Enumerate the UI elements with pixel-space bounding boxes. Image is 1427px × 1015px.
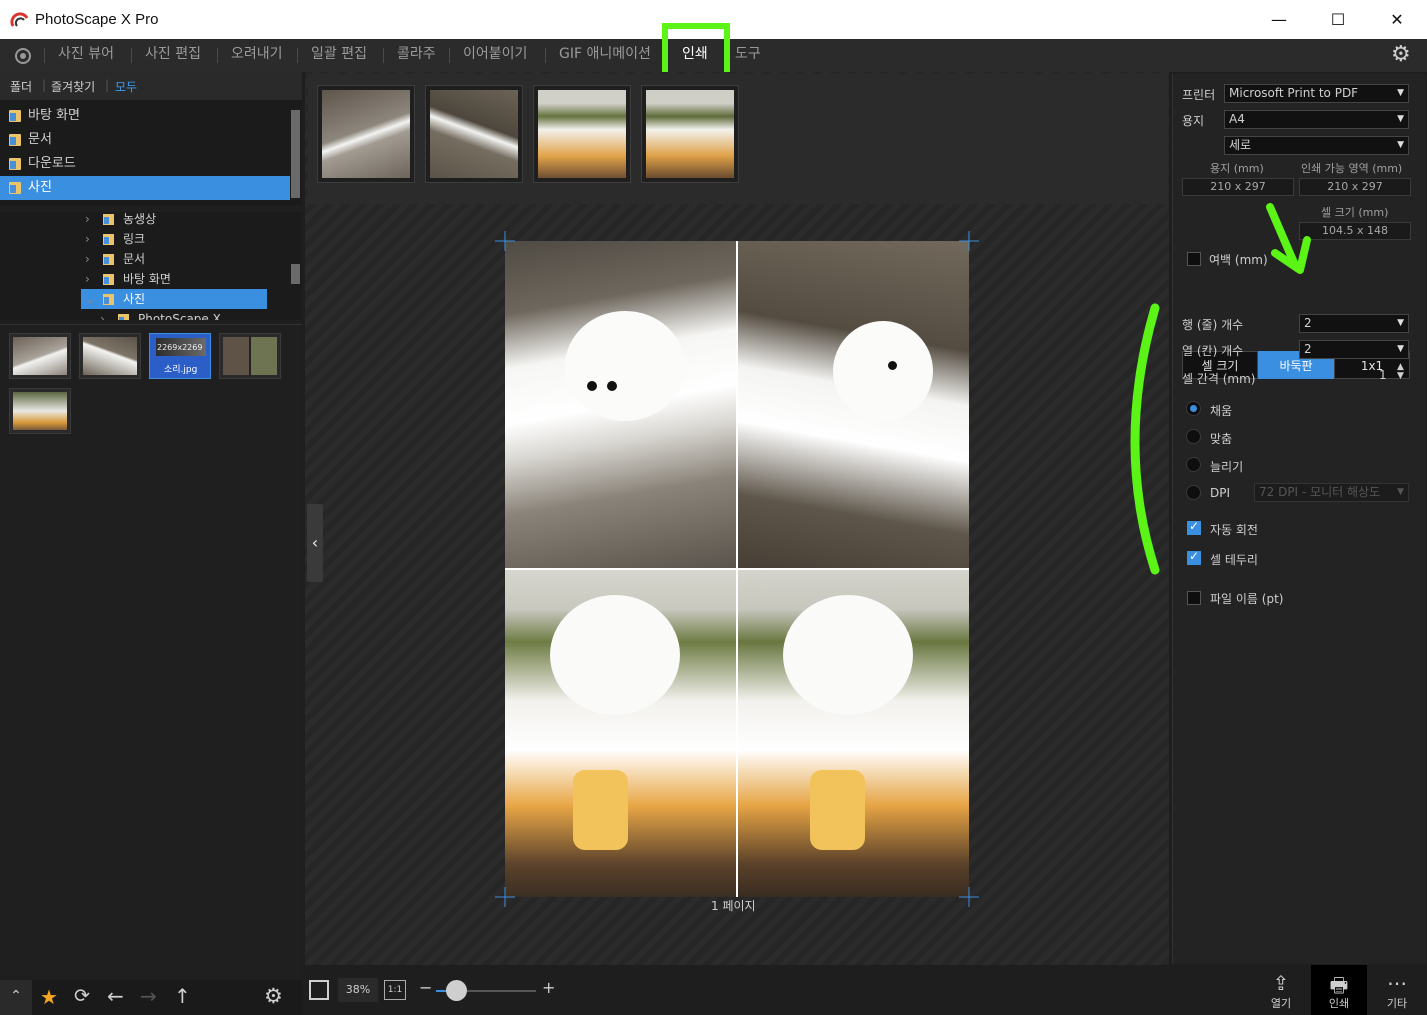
fav-item-desktop[interactable]: 바탕 화면 (0, 104, 290, 128)
zoom-in-icon[interactable]: + (542, 978, 555, 997)
thumbnail-selected[interactable]: 2269x2269 소리.jpg (149, 333, 211, 379)
thumbnail-4[interactable] (219, 333, 281, 379)
open-button[interactable]: ⇪ 열기 (1253, 965, 1309, 1015)
menu-gif[interactable]: GIF 애니메이션 (559, 39, 651, 72)
browser-settings-gear-icon[interactable]: ⚙ (264, 984, 283, 1008)
tab-favorites[interactable]: 즐겨찾기 (51, 78, 95, 95)
minimize-button[interactable]: — (1250, 0, 1308, 39)
thumbnail-filename: 소리.jpg (164, 365, 198, 375)
more-dots-icon: ⋯ (1387, 971, 1407, 995)
menu-combine[interactable]: 이어붙이기 (463, 39, 527, 72)
printer-label: 프린터 (1182, 88, 1216, 102)
page-crop-marks (495, 231, 979, 907)
paper-select[interactable]: A4 ▼ (1224, 110, 1409, 129)
zoom-slider-handle[interactable] (446, 980, 467, 1001)
zoom-value[interactable]: 38% (338, 978, 378, 1002)
paper-mm-label: 용지 (mm) (1210, 162, 1264, 175)
film-photo-3[interactable] (533, 85, 631, 183)
star-icon[interactable]: ★ (40, 985, 58, 1009)
favorites-list: 바탕 화면 문서 다운로드 사진 (0, 100, 302, 205)
forward-arrow-icon[interactable]: → (140, 984, 157, 1008)
thumbnail-2[interactable] (79, 333, 141, 379)
thumbnail-1[interactable] (9, 333, 71, 379)
filename-checkbox[interactable] (1187, 591, 1201, 605)
favorites-scrollbar[interactable] (291, 110, 300, 198)
filename-label: 파일 이름 (pt) (1210, 592, 1284, 606)
settings-gear-icon[interactable]: ⚙ (1391, 42, 1411, 67)
tab-all[interactable]: 모두 (115, 78, 137, 95)
orientation-select[interactable]: 세로 ▼ (1224, 136, 1409, 155)
up-arrow-icon[interactable]: ↑ (174, 984, 191, 1008)
printable-area-value: 210 x 297 (1299, 178, 1411, 196)
menu-collage[interactable]: 콜라주 (397, 39, 436, 72)
left-panel: 폴더 | 즐겨찾기 | 모두 바탕 화면 문서 다운로드 사진 › 농생상 › 링크… (0, 72, 302, 980)
printable-area-label: 인쇄 가능 영역 (mm) (1301, 162, 1403, 175)
window-title: PhotoScape X Pro (35, 11, 159, 28)
film-photo-1[interactable] (317, 85, 415, 183)
refresh-icon[interactable]: ⟳ (74, 985, 90, 1007)
maximize-button[interactable]: ☐ (1309, 0, 1367, 39)
collapse-up-icon[interactable]: ⌃ (0, 980, 32, 1015)
menu-photo-viewer[interactable]: 사진 뷰어 (58, 39, 114, 72)
fav-item-downloads[interactable]: 다운로드 (0, 152, 290, 176)
menu-batch[interactable]: 일괄 편집 (311, 39, 367, 72)
folder-tree: › 농생상 › 링크 › 문서 › 바탕 화면 ⌄ 사진 › PhotoScape X (0, 212, 302, 320)
tree-scrollbar[interactable] (291, 264, 300, 284)
thumbnail-size: 2269x2269 (157, 343, 203, 352)
browser-toolbar: ⌃ ★ ⟳ ← → ↑ ⚙ (0, 980, 302, 1015)
bottom-toolbar: 38% 1:1 − + ⇪ 열기 🖶 인쇄 ⋯ 기타 (302, 965, 1427, 1015)
cell-gap-stepper-icon[interactable]: ▲ ▼ (1397, 363, 1404, 381)
back-arrow-icon[interactable]: ← (107, 984, 124, 1008)
fav-item-pictures[interactable]: 사진 (0, 176, 290, 200)
photoscape-home-icon[interactable] (12, 46, 34, 66)
film-photo-4[interactable] (641, 85, 739, 183)
menu-photo-editor[interactable]: 사진 편집 (145, 39, 201, 72)
cell-size-label: 셀 크기 (mm) (1321, 206, 1389, 219)
paper-label: 용지 (1182, 114, 1205, 128)
browser-tabs: 폴더 | 즐겨찾기 | 모두 (0, 72, 302, 100)
cell-gap-value[interactable]: 1 (1379, 368, 1387, 382)
film-photo-2[interactable] (425, 85, 523, 183)
fav-item-documents[interactable]: 문서 (0, 128, 290, 152)
paper-mm-value: 210 x 297 (1182, 178, 1294, 196)
menu-cut-out[interactable]: 오려내기 (231, 39, 283, 72)
print-button[interactable]: 🖶 인쇄 (1311, 965, 1367, 1015)
annotation-marks (1130, 203, 1311, 575)
tab-folder[interactable]: 폴더 (10, 78, 32, 95)
print-filmstrip (308, 74, 1168, 204)
fit-page-icon[interactable] (309, 980, 329, 1000)
zoom-1to1-button[interactable]: 1:1 (384, 980, 406, 1000)
zoom-out-icon[interactable]: − (419, 978, 432, 997)
page-number-label: 1 페이지 (711, 899, 756, 913)
thumbnail-5[interactable] (9, 388, 71, 434)
more-button[interactable]: ⋯ 기타 (1369, 965, 1425, 1015)
app-logo-icon (10, 12, 29, 27)
collapse-left-panel-icon[interactable]: ‹ (307, 504, 323, 582)
printer-select[interactable]: Microsoft Print to PDF ▼ (1224, 84, 1409, 103)
printer-icon: 🖶 (1329, 973, 1349, 997)
menu-tools[interactable]: 도구 (735, 39, 761, 72)
share-icon: ⇪ (1272, 971, 1290, 995)
close-button[interactable]: ✕ (1368, 0, 1426, 39)
